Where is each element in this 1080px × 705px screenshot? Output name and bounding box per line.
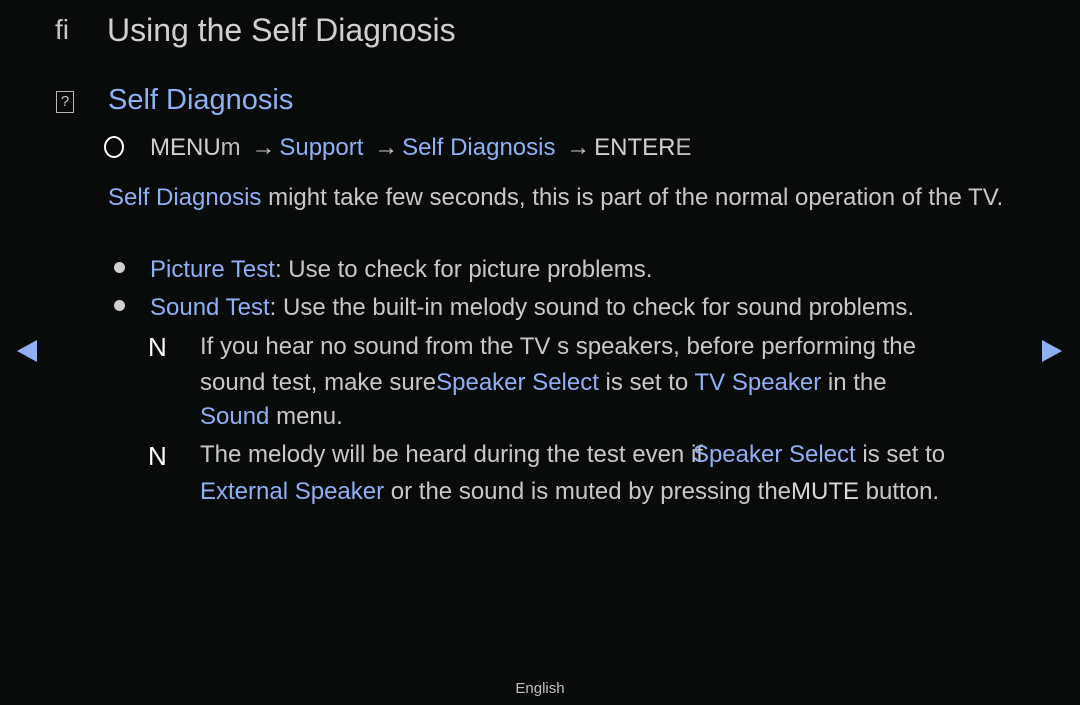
bullet-text: : Use to check for picture problems. <box>274 256 653 283</box>
menu-key-suffix: m <box>220 134 241 161</box>
note-text: or the sound is muted by pressing the <box>384 478 792 505</box>
note-highlight-external-speaker: External Speaker <box>200 478 385 505</box>
note-1-line-2: sound test, make sureSpeaker Select is s… <box>200 369 887 397</box>
note-text: is set to <box>598 369 695 396</box>
note-text: The melody will be heard during the test… <box>200 441 703 468</box>
note-highlight-tv-speaker: TV Speaker <box>694 369 822 396</box>
arrow-icon: → <box>566 134 591 161</box>
menu-self-diagnosis: Self Diagnosis <box>402 134 556 161</box>
note-highlight-speaker-select: Speaker Select <box>692 441 856 468</box>
note-1-line-1: If you hear no sound from the TV s speak… <box>200 333 916 360</box>
previous-page-icon[interactable] <box>17 340 37 362</box>
note-highlight-speaker-select: Speaker Select <box>436 369 599 396</box>
note-text: button. <box>859 478 940 505</box>
bullet-icon <box>114 262 125 273</box>
next-page-icon[interactable] <box>1042 340 1062 362</box>
section-glyph-icon: ? <box>56 91 74 113</box>
note-text: is set to <box>855 441 946 468</box>
note-2-line-2: External Speaker or the sound is muted b… <box>200 478 939 506</box>
note-icon: N <box>148 441 167 471</box>
menu-key: MENU <box>150 134 221 161</box>
note-text: in the <box>821 369 887 396</box>
menu-support: Support <box>279 134 364 161</box>
note-1-line-3: Sound menu. <box>200 403 343 431</box>
bullet-text: : Use the built-in melody sound to check… <box>269 294 914 321</box>
note-2-line-1: The melody will be heard during the test… <box>200 441 945 469</box>
bullet-label: Picture Test <box>150 256 275 283</box>
note-highlight-sound: Sound <box>200 403 270 430</box>
bullet-label: Sound Test <box>150 294 270 321</box>
enter-key: ENTER <box>594 134 676 161</box>
mute-key: MUTE <box>791 478 860 505</box>
footer-language: English <box>515 680 565 697</box>
intro-highlight: Self Diagnosis <box>108 184 262 211</box>
page-title: Using the Self Diagnosis <box>107 12 456 48</box>
remote-button-icon <box>104 136 124 158</box>
menu-path: MENUm → Support → Self Diagnosis → ENTERE <box>104 134 692 162</box>
title-glyph: ﬁ <box>55 14 69 45</box>
bullet-item-picture-test: Picture Test: Use to check for picture p… <box>114 256 652 284</box>
intro-paragraph: Self Diagnosis might take few seconds, t… <box>108 181 1058 215</box>
section-title: Self Diagnosis <box>108 84 294 116</box>
bullet-icon <box>114 300 125 311</box>
bullet-item-sound-test: Sound Test: Use the built-in melody soun… <box>114 294 914 322</box>
note-text: sound test, make sure <box>200 369 437 396</box>
intro-text: might take few seconds, this is part of … <box>261 184 1004 211</box>
note-icon: N <box>148 332 167 362</box>
arrow-icon: → <box>374 134 399 161</box>
enter-key-suffix: E <box>675 134 692 161</box>
note-text: menu. <box>269 403 343 430</box>
arrow-icon: → <box>251 134 276 161</box>
